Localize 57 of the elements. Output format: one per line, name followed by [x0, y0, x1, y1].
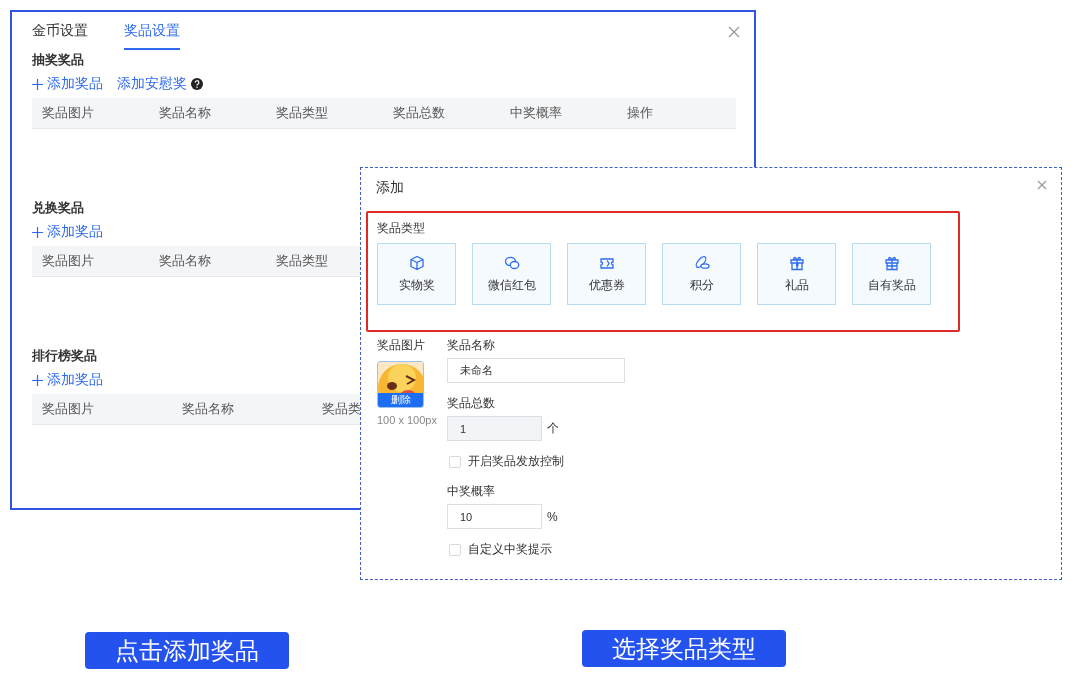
close-icon[interactable] — [728, 26, 740, 38]
cube-icon — [408, 254, 425, 271]
field-label: 奖品类型 — [377, 220, 425, 236]
checkbox[interactable] — [449, 543, 461, 556]
field-label: 奖品总数 — [447, 395, 496, 411]
add-link[interactable]: 添加安慰奖 — [117, 75, 187, 93]
checkbox-label: 开启奖品发放控制 — [468, 453, 564, 470]
column-header: 中奖概率 — [510, 105, 562, 120]
add-link[interactable]: 添加奖品 — [32, 371, 103, 389]
prize-type-option[interactable]: 优惠券 — [567, 243, 646, 305]
step-caption: 点击添加奖品 — [85, 632, 289, 669]
input-field[interactable]: 未命名 — [447, 358, 625, 383]
gift-box-icon — [788, 254, 805, 271]
close-icon[interactable] — [1037, 180, 1047, 190]
prize-type-option[interactable]: 礼品 — [757, 243, 836, 305]
checkbox-label: 自定义中奖提示 — [468, 541, 552, 558]
add-link[interactable]: 添加奖品 — [32, 75, 103, 93]
column-header: 奖品名称 — [182, 401, 234, 416]
unit-label: 个 — [547, 420, 559, 437]
prize-type-option[interactable]: 自有奖品 — [852, 243, 931, 305]
prize-type-option[interactable]: 积分 — [662, 243, 741, 305]
gift-icon — [883, 254, 900, 271]
field-label: 奖品图片 — [377, 337, 425, 354]
column-header: 操作 — [627, 105, 653, 120]
field-label: 奖品名称 — [447, 337, 496, 353]
delete-button[interactable]: 删除 — [378, 393, 423, 407]
column-header: 奖品类型 — [276, 253, 328, 268]
help-icon[interactable] — [191, 78, 203, 90]
unit-label: % — [547, 509, 558, 524]
image-size-hint: 100 x 100px — [377, 414, 437, 426]
checkbox[interactable] — [449, 455, 461, 468]
prize-type-option[interactable]: 实物奖 — [377, 243, 456, 305]
column-header: 奖品类型 — [276, 105, 328, 120]
prize-image[interactable]: 删除 — [377, 361, 424, 408]
field-label: 中奖概率 — [447, 483, 496, 499]
plus-icon — [32, 374, 43, 386]
add-link[interactable]: 添加奖品 — [32, 223, 103, 241]
tab[interactable]: 奖品设置 — [124, 22, 180, 50]
step-caption: 选择奖品类型 — [582, 630, 786, 667]
column-header: 奖品名称 — [159, 253, 211, 268]
tab[interactable]: 金币设置 — [32, 22, 88, 50]
column-header: 奖品图片 — [42, 105, 94, 120]
input-field[interactable]: 10 — [447, 504, 542, 529]
column-header: 奖品图片 — [42, 401, 94, 416]
column-header: 奖品总数 — [393, 105, 445, 120]
chat-bubbles-icon — [503, 254, 520, 271]
prize-type-option[interactable]: 微信红包 — [472, 243, 551, 305]
coins-icon — [693, 254, 710, 271]
section-title: 排行榜奖品 — [32, 347, 97, 365]
section-title: 抽奖奖品 — [32, 51, 84, 69]
column-header: 奖品类 — [322, 401, 361, 416]
dialog-title: 添加 — [376, 179, 404, 197]
section-title: 兑换奖品 — [32, 199, 84, 217]
column-header: 奖品名称 — [159, 105, 211, 120]
column-header: 奖品图片 — [42, 253, 94, 268]
plus-icon — [32, 78, 43, 90]
plus-icon — [32, 226, 43, 238]
